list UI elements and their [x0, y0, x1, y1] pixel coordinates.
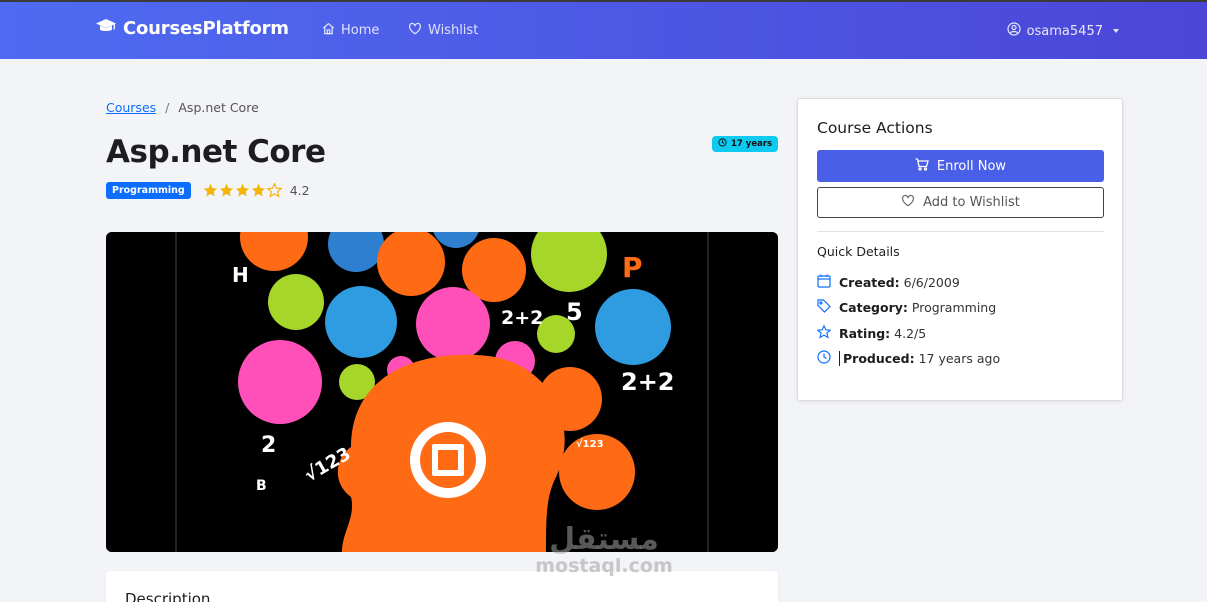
- star-full-icon: [235, 183, 249, 197]
- svg-text:5: 5: [566, 298, 583, 326]
- navbar: CoursesPlatform Home Wishlist osama5457: [0, 2, 1207, 59]
- enroll-button[interactable]: Enroll Now: [817, 150, 1104, 182]
- cart-icon: [915, 157, 929, 175]
- user-circle-icon: [1006, 22, 1021, 40]
- watermark: مستقل mostaql.com: [528, 522, 680, 577]
- detail-rating-label: Rating:: [839, 326, 891, 341]
- clock-icon: [718, 138, 727, 150]
- star-full-icon: [219, 183, 233, 197]
- svg-text:P: P: [622, 251, 643, 284]
- category-badge: Programming: [106, 182, 191, 199]
- detail-created-label: Created:: [839, 275, 900, 290]
- divider: [817, 231, 1104, 232]
- heart-icon: [901, 194, 915, 211]
- brand-name: CoursesPlatform: [123, 18, 289, 39]
- course-actions-card: Course Actions Enroll Now Add to Wishlis…: [797, 98, 1123, 401]
- age-badge: 17 years: [712, 136, 779, 152]
- stars-graphic: [203, 183, 282, 197]
- star-full-icon: [203, 183, 217, 197]
- star-rating: 4.2: [203, 183, 310, 198]
- brand[interactable]: CoursesPlatform: [96, 18, 289, 39]
- course-meta: Programming 4.2: [106, 182, 310, 199]
- svg-text:B: B: [256, 478, 267, 494]
- add-to-wishlist-button[interactable]: Add to Wishlist: [817, 187, 1104, 218]
- graduation-cap-icon: [96, 18, 116, 39]
- course-actions-title: Course Actions: [817, 119, 933, 137]
- enroll-button-label: Enroll Now: [936, 158, 1007, 174]
- description-title: Description: [125, 590, 211, 602]
- svg-text:2: 2: [261, 433, 276, 458]
- detail-category: Category: Programming: [817, 299, 996, 316]
- watermark-latin: mostaql.com: [535, 555, 673, 577]
- quick-details-title: Quick Details: [817, 244, 900, 259]
- home-icon: [322, 22, 335, 39]
- star-icon: [816, 324, 832, 342]
- user-menu[interactable]: osama5457: [1006, 22, 1119, 40]
- detail-category-label: Category:: [839, 300, 908, 315]
- detail-produced: Produced: 17 years ago: [817, 350, 1000, 367]
- nav-wishlist[interactable]: Wishlist: [408, 22, 478, 39]
- detail-produced-value: 17 years ago: [918, 351, 1001, 366]
- caret-down-icon: [1113, 29, 1119, 33]
- svg-text:2+2: 2+2: [501, 307, 543, 329]
- svg-text:2+2: 2+2: [621, 368, 675, 396]
- course-title: Asp.net Core: [106, 134, 326, 170]
- breadcrumb-courses-link[interactable]: Courses: [106, 100, 156, 115]
- star-full-icon: [251, 183, 265, 197]
- detail-rating-value: 4.2/5: [894, 326, 927, 341]
- star-empty-icon: [266, 183, 282, 197]
- watermark-arabic: مستقل: [549, 522, 659, 557]
- nav-home-label: Home: [341, 23, 380, 38]
- course-image: 2+2 2+2 2 H 5 B √123 √123 P: [106, 232, 778, 552]
- add-to-wishlist-label: Add to Wishlist: [923, 195, 1020, 210]
- nav-home[interactable]: Home: [322, 22, 379, 39]
- detail-category-value: Programming: [911, 300, 997, 315]
- calendar-icon: [817, 274, 831, 291]
- detail-created-value: 6/6/2009: [903, 275, 960, 290]
- breadcrumb-separator: /: [165, 100, 170, 115]
- heart-icon: [408, 22, 422, 39]
- svg-text:√123: √123: [576, 438, 604, 450]
- nav-wishlist-label: Wishlist: [428, 23, 479, 38]
- detail-rating: Rating: 4.2/5: [816, 324, 927, 342]
- education-illustration: 2+2 2+2 2 H 5 B √123 √123 P: [106, 232, 778, 552]
- age-badge-text: 17 years: [731, 139, 773, 149]
- detail-produced-label: Produced:: [843, 351, 915, 366]
- username: osama5457: [1026, 23, 1103, 39]
- breadcrumb-current: Asp.net Core: [178, 100, 259, 115]
- breadcrumb: Courses / Asp.net Core: [106, 100, 259, 115]
- detail-created: Created: 6/6/2009: [817, 274, 960, 291]
- rating-value: 4.2: [289, 183, 310, 198]
- clock-icon: [817, 350, 831, 367]
- text-cursor: [839, 351, 840, 366]
- tag-icon: [817, 299, 831, 316]
- svg-text:H: H: [232, 263, 249, 287]
